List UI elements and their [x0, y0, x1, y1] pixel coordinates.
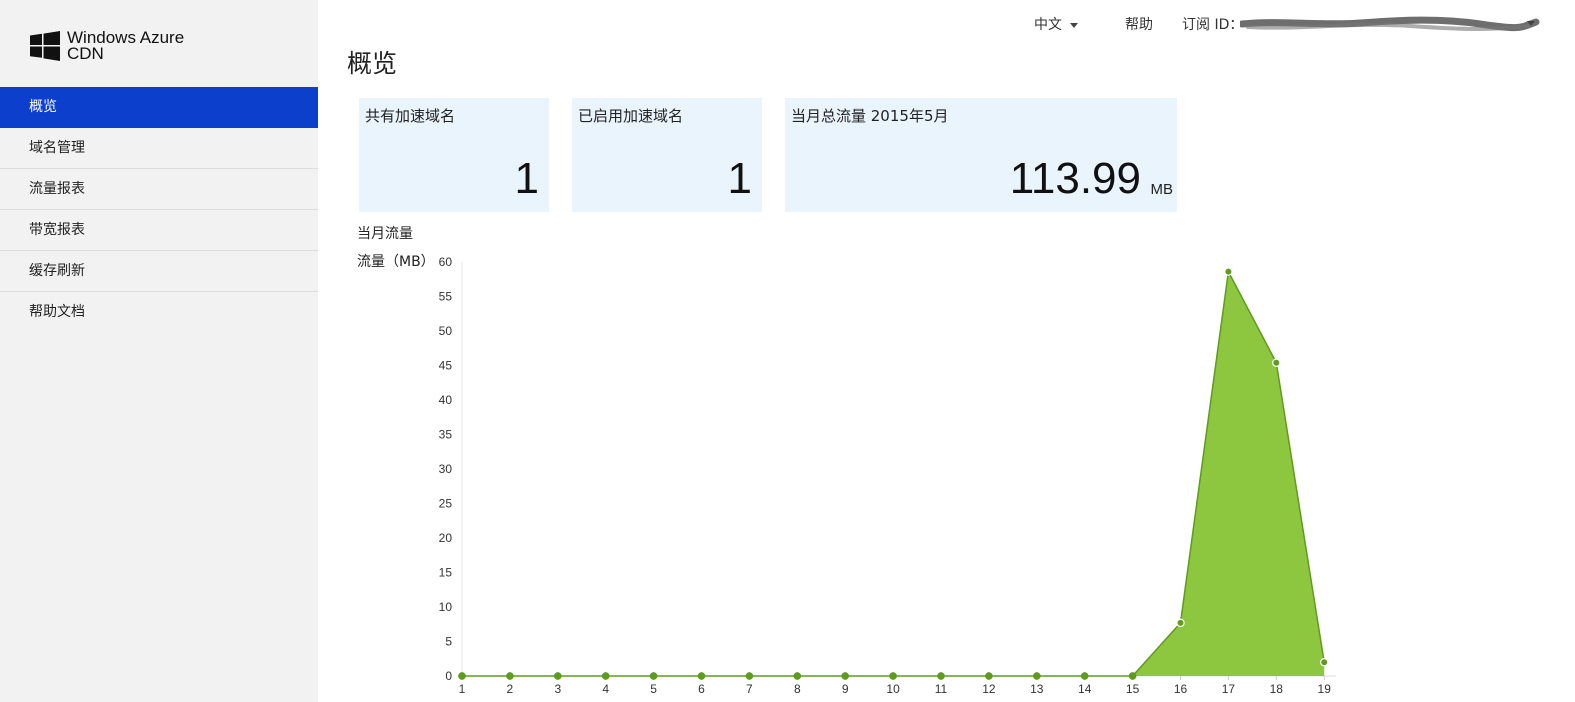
y-tick-label: 55	[439, 290, 453, 304]
data-point[interactable]	[1080, 672, 1089, 680]
language-label: 中文	[1034, 17, 1062, 33]
chevron-down-icon	[1070, 22, 1078, 28]
card-unit: MB	[1150, 181, 1174, 198]
y-tick-label: 25	[439, 497, 453, 511]
x-tick-label: 16	[1174, 682, 1188, 696]
brand-name: Windows Azure CDN	[67, 29, 184, 63]
x-tick-label: 12	[982, 682, 996, 696]
language-selector[interactable]: 中文	[1034, 14, 1078, 34]
sidebar-item-domain-management[interactable]: 域名管理	[0, 128, 318, 169]
x-tick-label: 10	[886, 682, 900, 696]
data-point[interactable]	[458, 672, 466, 680]
x-tick-label: 19	[1318, 682, 1332, 696]
subscription-label: 订阅 ID：	[1182, 17, 1244, 33]
data-point[interactable]	[553, 672, 562, 680]
logo[interactable]: Windows Azure CDN	[30, 29, 184, 63]
total-domains-card: 共有加速域名 1	[359, 98, 549, 212]
data-point[interactable]	[697, 672, 706, 680]
data-point[interactable]	[1032, 672, 1041, 680]
x-tick-label: 9	[842, 682, 849, 696]
x-tick-label: 14	[1078, 682, 1092, 696]
x-tick-label: 7	[746, 682, 753, 696]
x-tick-label: 3	[554, 682, 561, 696]
subscription-selector[interactable]: 订阅 ID：	[1182, 14, 1540, 34]
traffic-area	[462, 271, 1325, 676]
brand-line2: CDN	[67, 44, 104, 63]
data-point[interactable]	[1128, 672, 1137, 680]
page-title: 概览	[347, 49, 398, 78]
x-tick-label: 1	[459, 682, 466, 696]
sidebar-item-bandwidth-report[interactable]: 带宽报表	[0, 210, 318, 251]
y-tick-label: 20	[439, 531, 453, 545]
data-point[interactable]	[745, 672, 754, 680]
subscription-chevron-down-icon	[1527, 21, 1535, 26]
sidebar-item-overview[interactable]: 概览	[0, 87, 318, 128]
sidebar-item-help-docs[interactable]: 帮助文档	[0, 292, 318, 333]
x-tick-label: 17	[1222, 682, 1236, 696]
sidebar-nav: 概览 域名管理 流量报表 带宽报表 缓存刷新 帮助文档	[0, 87, 318, 333]
sidebar-item-traffic-report[interactable]: 流量报表	[0, 169, 318, 210]
y-tick-label: 60	[439, 255, 453, 269]
data-point[interactable]	[793, 672, 802, 680]
enabled-domains-card: 已启用加速域名 1	[572, 98, 762, 212]
data-point[interactable]	[601, 672, 610, 680]
y-tick-label: 40	[439, 393, 453, 407]
x-tick-label: 11	[935, 682, 948, 696]
data-point[interactable]	[841, 672, 850, 680]
sidebar-item-cache-refresh[interactable]: 缓存刷新	[0, 251, 318, 292]
card-value: 113.99	[1009, 154, 1141, 203]
y-tick-label: 45	[439, 359, 453, 373]
x-tick-label: 4	[602, 682, 609, 696]
card-label: 共有加速域名	[365, 107, 456, 125]
y-tick-label: 35	[439, 428, 453, 442]
x-tick-label: 6	[698, 682, 705, 696]
x-tick-label: 13	[1030, 682, 1044, 696]
monthly-traffic-card: 当月总流量 2015年5月 113.99 MB	[785, 98, 1177, 212]
card-label: 当月总流量 2015年5月	[791, 107, 949, 125]
card-value: 1	[514, 154, 539, 203]
card-label: 已启用加速域名	[578, 107, 684, 125]
x-tick-label: 18	[1270, 682, 1284, 696]
y-tick-label: 50	[439, 324, 453, 338]
x-tick-label: 5	[650, 682, 657, 696]
data-point[interactable]	[937, 672, 945, 680]
help-link[interactable]: 帮助	[1125, 14, 1153, 34]
x-tick-label: 8	[794, 682, 801, 696]
sidebar: Windows Azure CDN 概览 域名管理 流量报表 带宽报表 缓存刷新…	[0, 0, 318, 702]
y-tick-label: 10	[439, 600, 453, 614]
y-tick-label: 15	[439, 566, 453, 580]
card-value: 1	[727, 154, 752, 203]
traffic-chart: 0510152025303540455055601 2 3 4 5 6 7 8 9 10 11 12 1…	[439, 255, 1337, 696]
data-point[interactable]	[649, 672, 658, 680]
redaction-scribble	[1240, 16, 1540, 32]
chart-title: 当月流量	[357, 226, 413, 242]
data-point[interactable]	[889, 672, 897, 680]
y-tick-label: 5	[445, 635, 452, 649]
y-tick-label: 0	[445, 669, 452, 683]
data-point[interactable]	[1320, 658, 1329, 667]
data-point[interactable]	[985, 672, 993, 680]
data-point[interactable]	[1272, 358, 1281, 367]
data-point[interactable]	[506, 672, 514, 680]
y-tick-label: 30	[439, 462, 453, 476]
data-point[interactable]	[1224, 267, 1233, 276]
x-tick-label: 15	[1126, 682, 1140, 696]
data-point[interactable]	[1176, 618, 1185, 628]
x-tick-label: 2	[507, 682, 514, 696]
windows-logo-icon	[30, 31, 60, 61]
